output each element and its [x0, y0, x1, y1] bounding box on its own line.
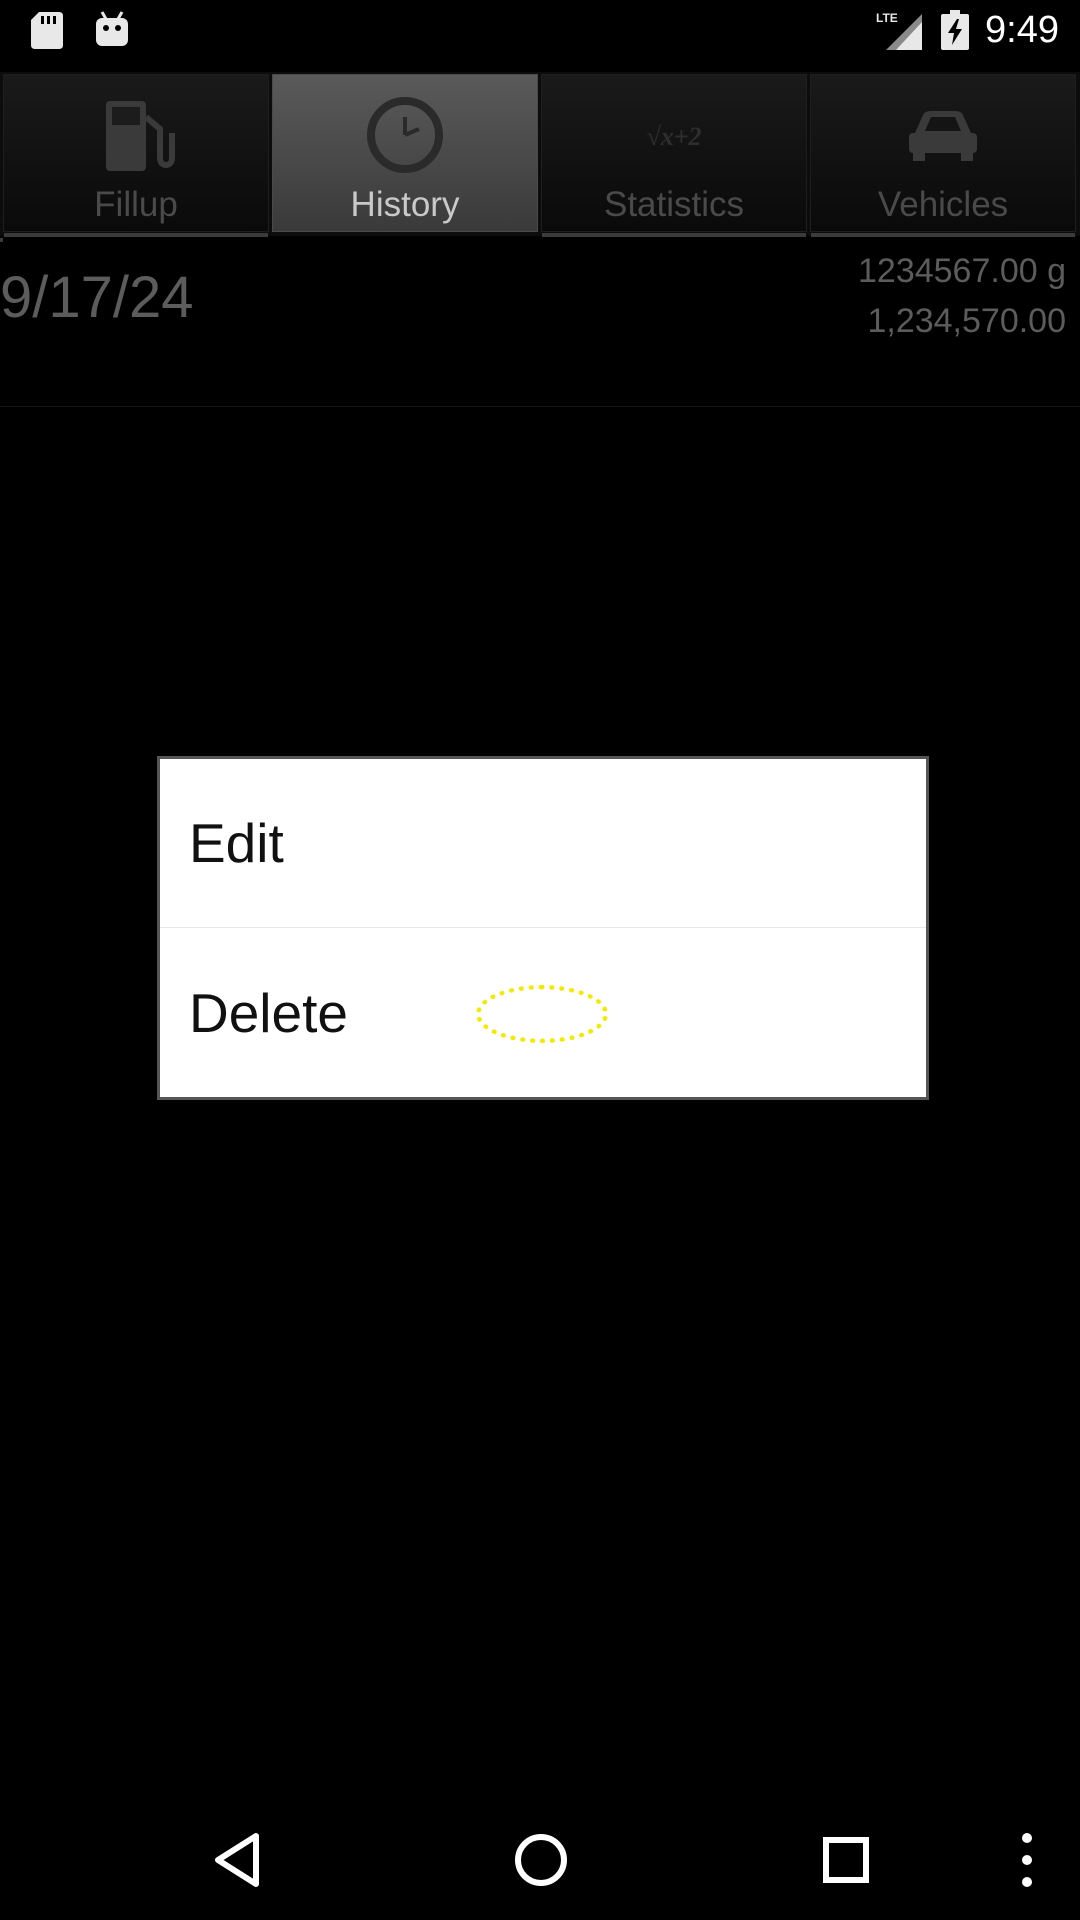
fuel-pump-icon [106, 101, 175, 171]
status-bar: LTE 9:49 [0, 0, 1080, 60]
recents-icon[interactable] [816, 1830, 876, 1890]
fillup-amount: 1234567.00 g [858, 252, 1066, 290]
clock-icon [367, 97, 443, 173]
tab-label: Statistics [603, 185, 745, 224]
tab-label: Vehicles [877, 185, 1009, 224]
edit-label: Edit [189, 812, 284, 874]
fillup-date: 9/17/24 [0, 265, 194, 330]
formula-text: √x+2 [646, 122, 701, 151]
lte-label: LTE [876, 11, 898, 25]
tab-label: History [350, 185, 460, 224]
tab-underline [542, 233, 806, 237]
tab-history[interactable]: History [272, 74, 538, 232]
tab-underline [811, 233, 1075, 237]
back-icon[interactable] [208, 1830, 268, 1890]
car-icon [909, 111, 977, 161]
navigation-bar [0, 1800, 1080, 1920]
formula-icon: √x+2 [646, 122, 701, 151]
touch-indicator [476, 985, 608, 1043]
overflow-menu-icon[interactable] [1014, 1830, 1040, 1890]
home-icon[interactable] [511, 1830, 571, 1890]
tab-fillup[interactable]: Fillup [3, 74, 269, 237]
battery-charging-icon [941, 10, 969, 50]
context-menu-dialog: Edit Delete [157, 756, 929, 1100]
fillup-odometer: 1,234,570.00 [867, 302, 1066, 340]
delete-label: Delete [189, 982, 348, 1044]
edit-menu-item[interactable]: Edit [160, 759, 926, 928]
tab-vehicles[interactable]: Vehicles [810, 74, 1076, 237]
tab-underline [4, 233, 268, 237]
android-icon [96, 11, 128, 46]
sd-card-icon [31, 12, 63, 49]
status-clock: 9:49 [985, 9, 1059, 51]
history-row[interactable]: 9/17/24 1234567.00 g 1,234,570.00 [0, 240, 1080, 407]
tab-statistics[interactable]: √x+2 Statistics [541, 74, 807, 237]
tab-label: Fillup [94, 185, 178, 224]
tab-bar: Fillup History √x+2 Statistics Vehicles [0, 72, 1080, 242]
lte-signal-icon: LTE [876, 11, 922, 50]
